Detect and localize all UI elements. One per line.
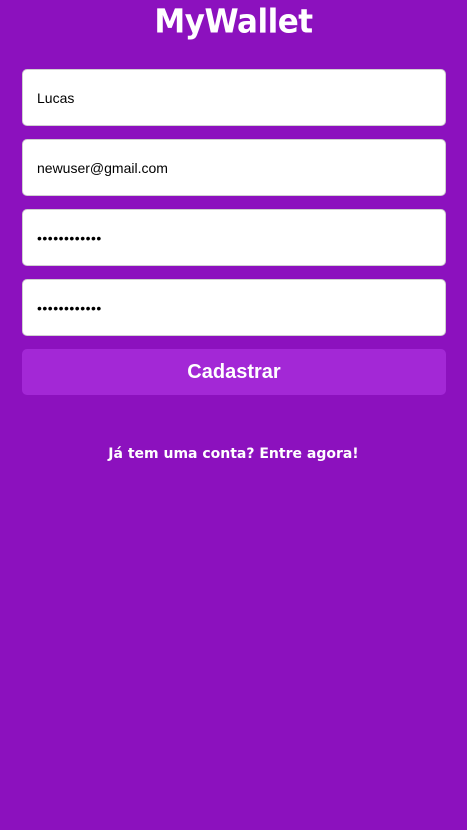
password-input[interactable] — [22, 209, 446, 266]
name-input[interactable] — [22, 69, 446, 126]
confirm-password-input[interactable] — [22, 279, 446, 336]
signup-button[interactable]: Cadastrar — [22, 349, 446, 395]
login-link[interactable]: Já tem uma conta? Entre agora! — [0, 444, 467, 464]
signup-form: Cadastrar — [22, 69, 446, 395]
email-input[interactable] — [22, 139, 446, 196]
app-logo: MyWallet — [154, 3, 313, 41]
